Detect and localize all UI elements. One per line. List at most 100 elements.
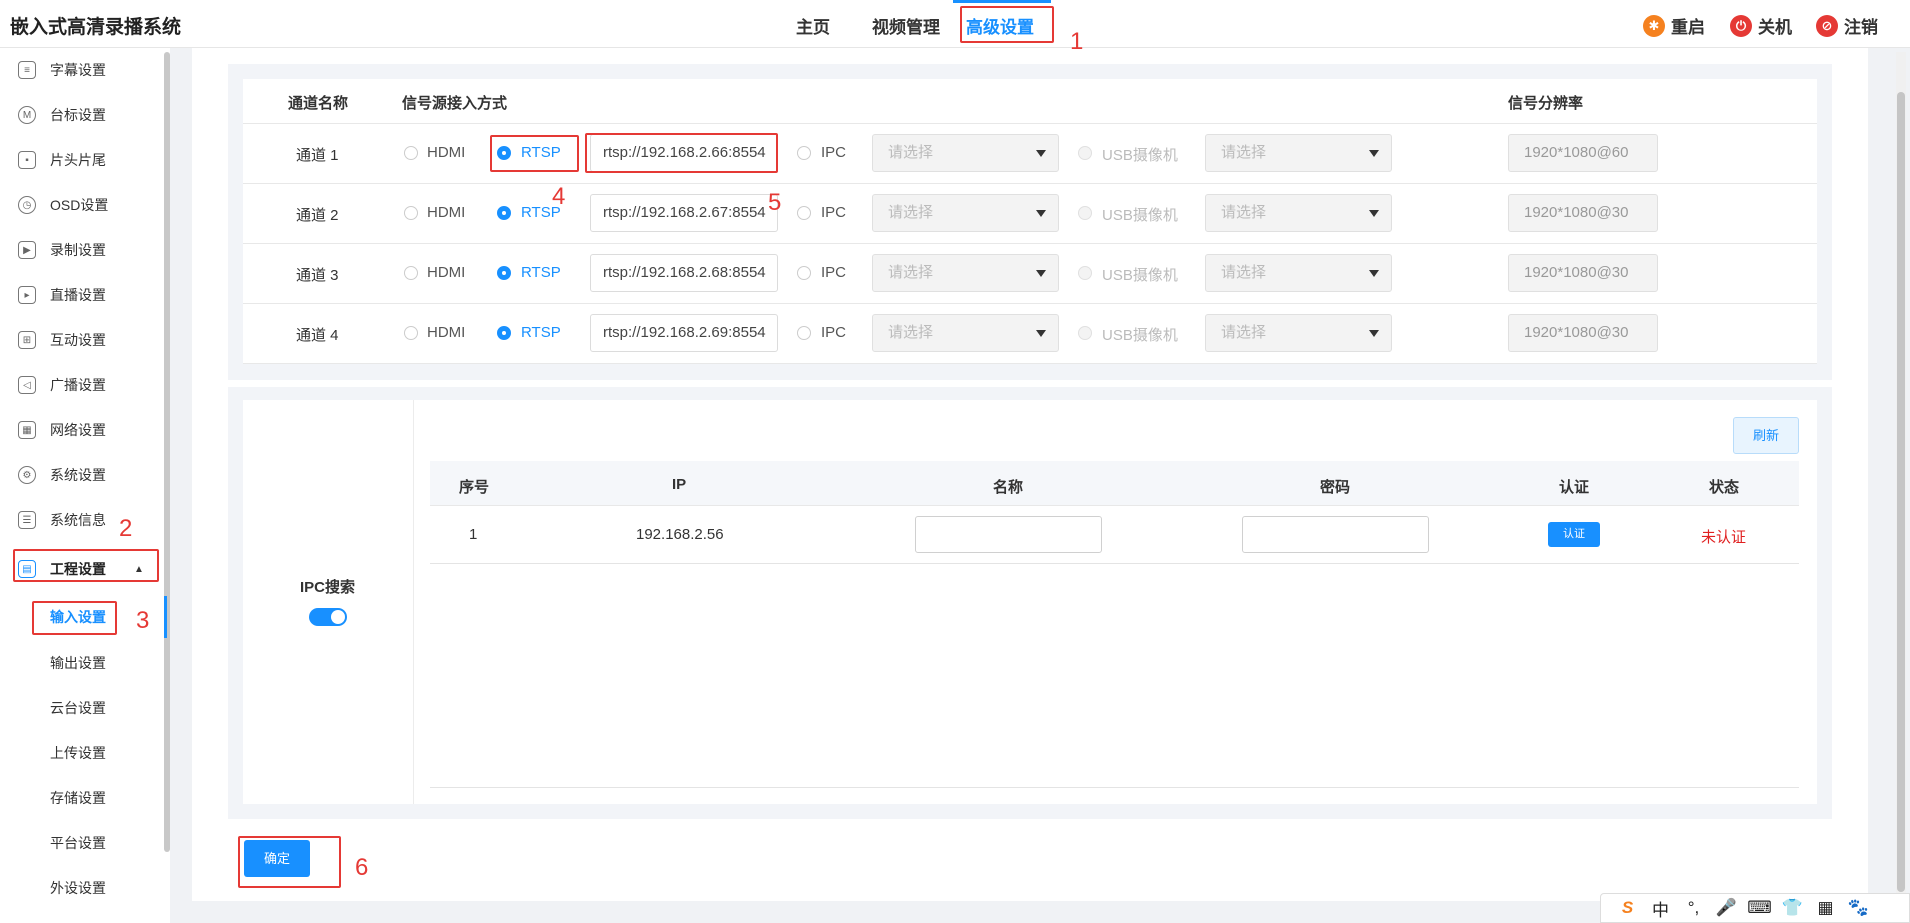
rtsp-url-input[interactable]: rtsp://192.168.2.66:8554 [590,134,778,172]
resolution-field: 1920*1080@30 [1508,254,1658,292]
sidebar-sub-platform[interactable]: 平台设置 [50,833,106,853]
ime-language-toggle[interactable]: 中 [1644,896,1677,921]
confirm-button[interactable]: 确定 [244,840,310,877]
sidebar-item-label: 系统设置 [50,467,106,483]
sidebar-item-subtitle[interactable]: ≡ 字幕设置 [18,59,106,81]
rtsp-radio[interactable] [497,206,511,220]
rtsp-radio[interactable] [497,326,511,340]
ipc-select[interactable]: 请选择 [872,134,1059,172]
rtsp-url-input[interactable]: rtsp://192.168.2.69:8554 [590,314,778,352]
hdmi-label: HDMI [427,264,466,281]
sidebar-item-label: 系统信息 [50,512,106,528]
sidebar-item-network[interactable]: ▦ 网络设置 [18,419,106,441]
sidebar-item-label: OSD设置 [50,197,109,213]
ipc-search-toggle[interactable] [309,608,347,626]
shutdown-button[interactable]: ⏻ 关机 [1730,13,1792,38]
channel-name: 通道 2 [296,207,339,224]
grid-icon[interactable]: ▦ [1809,898,1842,918]
tab-home[interactable]: 主页 [796,13,830,38]
row-divider [430,563,1799,564]
sidebar-item-record[interactable]: ▶ 录制设置 [18,239,106,261]
header-channel-name: 通道名称 [288,95,349,112]
hdmi-label: HDMI [427,144,466,161]
usb-radio[interactable] [1078,146,1092,160]
usb-select[interactable]: 请选择 [1205,254,1392,292]
keyboard-icon[interactable]: ⌨ [1743,898,1776,918]
sidebar-item-broadcast[interactable]: ◁ 广播设置 [18,374,106,396]
sidebar-item-label: 广播设置 [50,377,106,393]
usb-select[interactable]: 请选择 [1205,314,1392,352]
restart-button[interactable]: ✱ 重启 [1643,13,1705,38]
sidebar-sub-peripheral[interactable]: 外设设置 [50,878,106,898]
rtsp-radio[interactable] [497,146,511,160]
hdmi-radio[interactable] [404,326,418,340]
network-icon: ▦ [18,421,36,439]
usb-radio[interactable] [1078,206,1092,220]
sidebar-sub-input[interactable]: 输入设置 [50,607,106,627]
header-auth: 认证 [1559,479,1590,496]
usb-select[interactable]: 请选择 [1205,194,1392,232]
tab-video-management[interactable]: 视频管理 [872,13,940,38]
usb-select[interactable]: 请选择 [1205,134,1392,172]
sidebar-item-logo[interactable]: M 台标设置 [18,104,106,126]
hdmi-radio[interactable] [404,146,418,160]
hdmi-radio[interactable] [404,266,418,280]
hdmi-label: HDMI [427,324,466,341]
sidebar-item-system[interactable]: ⚙ 系统设置 [18,464,106,486]
gear-icon: ⚙ [18,466,36,484]
ime-logo-icon[interactable]: S [1611,898,1644,918]
sidebar-scrollbar[interactable] [164,52,170,852]
sidebar-sub-ptz[interactable]: 云台设置 [50,698,106,718]
ipc-radio[interactable] [797,326,811,340]
chevron-down-icon [1036,330,1046,337]
sidebar-item-project[interactable]: ▤ 工程设置 ▲ [18,558,144,580]
sidebar-sub-upload[interactable]: 上传设置 [50,743,106,763]
ipc-select[interactable]: 请选择 [872,194,1059,232]
refresh-button[interactable]: 刷新 [1733,417,1799,454]
hdmi-radio[interactable] [404,206,418,220]
ipc-row-ip: 192.168.2.56 [636,526,724,543]
logout-button[interactable]: ⊘ 注销 [1816,13,1878,38]
ipc-select[interactable]: 请选择 [872,314,1059,352]
top-header: 嵌入式高清录播系统 主页 视频管理 高级设置 ✱ 重启 ⏻ 关机 ⊘ 注销 [0,0,1910,48]
sidebar-item-interact[interactable]: ⊞ 互动设置 [18,329,106,351]
ipc-select[interactable]: 请选择 [872,254,1059,292]
tab-advanced-settings[interactable]: 高级设置 [966,13,1034,38]
sidebar-item-osd[interactable]: ◷ OSD设置 [18,194,108,216]
sidebar-item-clip[interactable]: ▪ 片头片尾 [18,149,106,171]
rtsp-radio[interactable] [497,266,511,280]
ipc-radio[interactable] [797,266,811,280]
ipc-table-header [430,461,1799,506]
select-placeholder: 请选择 [1221,144,1267,161]
skin-icon[interactable]: 👕 [1776,898,1809,918]
row-divider [243,303,1817,304]
chevron-down-icon [1369,330,1379,337]
row-divider [243,123,1817,124]
sidebar-sub-storage[interactable]: 存储设置 [50,788,106,808]
select-placeholder: 请选择 [888,144,934,161]
sidebar-sub-output[interactable]: 输出设置 [50,653,106,673]
rtsp-url-input[interactable]: rtsp://192.168.2.67:8554 [590,194,778,232]
logout-icon: ⊘ [1816,14,1838,37]
ipc-name-input[interactable] [915,516,1102,553]
sidebar-item-sysinfo[interactable]: ☰ 系统信息 [18,509,106,531]
ipc-label: IPC [821,204,847,221]
header-resolution: 信号分辨率 [1508,95,1584,112]
mascot-icon[interactable]: 🐾 [1842,898,1875,918]
ime-toolbar: S 中 °, 🎤 ⌨ 👕 ▦ 🐾 [1600,893,1910,923]
ipc-search-label: IPC搜索 [300,579,356,596]
sidebar-item-label: 台标设置 [50,107,106,123]
auth-button[interactable]: 认证 [1548,522,1600,547]
rtsp-url-input[interactable]: rtsp://192.168.2.68:8554 [590,254,778,292]
sidebar-item-label: 录制设置 [50,242,106,258]
ipc-radio[interactable] [797,206,811,220]
ipc-password-input[interactable] [1242,516,1429,553]
interact-icon: ⊞ [18,331,36,349]
ime-punctuation-toggle[interactable]: °, [1677,898,1710,918]
sidebar-item-live[interactable]: ▸ 直播设置 [18,284,106,306]
main-scrollbar-thumb[interactable] [1897,92,1905,892]
microphone-icon[interactable]: 🎤 [1710,898,1743,918]
usb-radio[interactable] [1078,266,1092,280]
ipc-radio[interactable] [797,146,811,160]
usb-radio[interactable] [1078,326,1092,340]
